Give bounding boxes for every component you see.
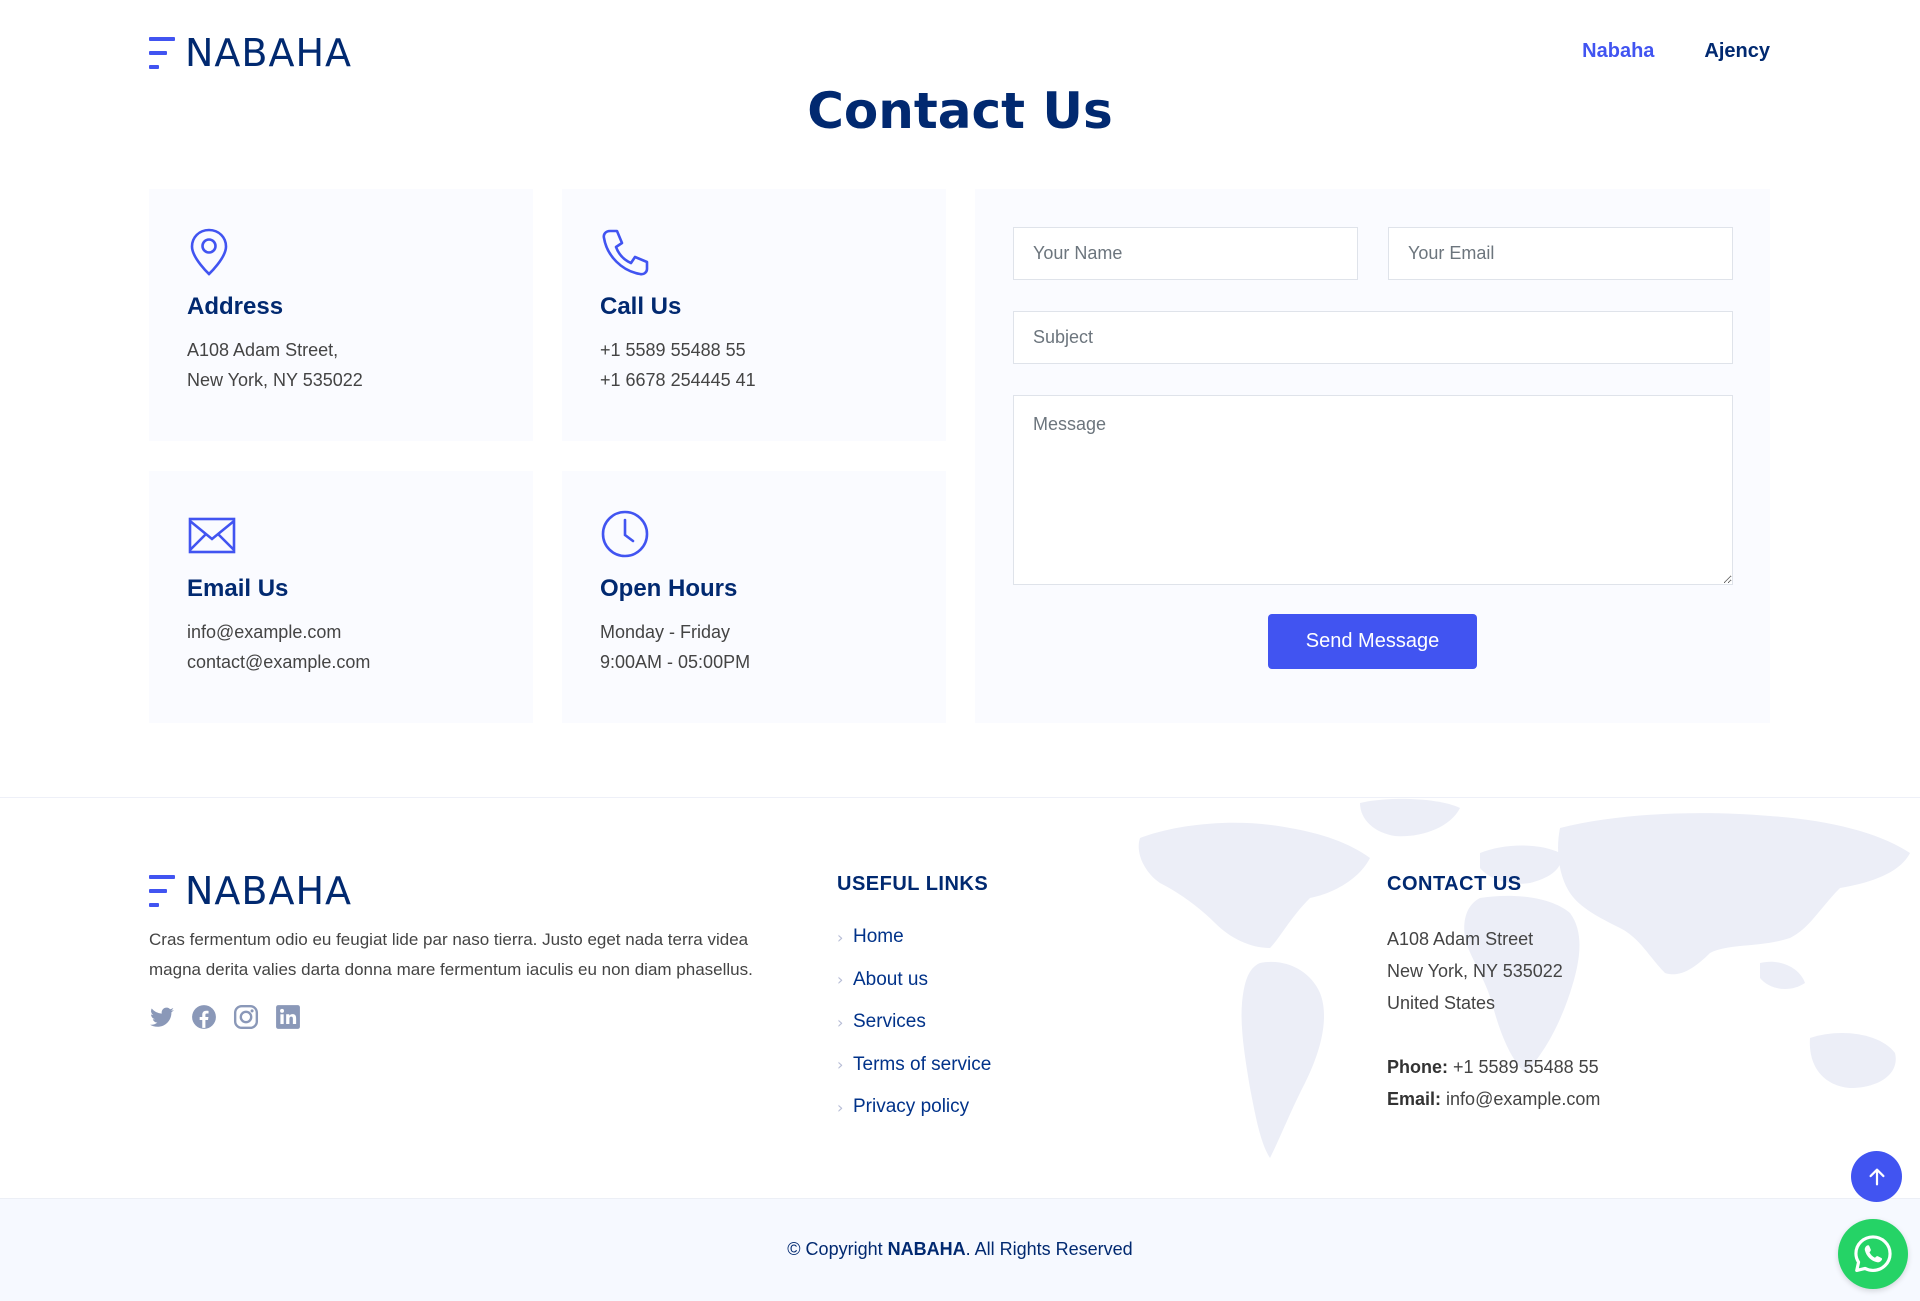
address-line: New York, NY 535022	[1387, 961, 1563, 981]
logo-mark-icon	[149, 873, 175, 909]
copyright-text: © Copyright NABAHA. All Rights Reserved	[0, 1239, 1920, 1260]
info-box-line: contact@example.com	[187, 652, 371, 672]
twitter-icon[interactable]	[149, 1004, 175, 1030]
contact-form: Send Message	[975, 189, 1770, 723]
footer-link-terms[interactable]: Terms of service	[853, 1054, 991, 1076]
nav-item-nabaha[interactable]: Nabaha	[1582, 40, 1654, 63]
footer-link-services[interactable]: Services	[853, 1011, 926, 1033]
header-logo[interactable]: NABAHA	[149, 34, 352, 72]
logo-text: NABAHA	[185, 31, 353, 75]
address-line: United States	[1387, 993, 1496, 1013]
phone-icon	[602, 229, 649, 276]
info-box-title: Email Us	[187, 575, 289, 602]
footer-logo[interactable]: NABAHA	[149, 872, 352, 910]
info-box-title: Address	[187, 293, 284, 320]
address-line: A108 Adam Street	[1387, 929, 1534, 949]
list-item: › About us	[837, 959, 991, 1002]
linkedin-icon[interactable]	[275, 1004, 301, 1030]
chevron-right-icon: ›	[837, 1012, 844, 1032]
footer-description: Cras fermentum odio eu feugiat lide par …	[149, 930, 753, 979]
info-box-title: Call Us	[600, 293, 682, 320]
info-box-line: +1 5589 55488 55	[600, 340, 746, 360]
send-message-button[interactable]: Send Message	[1268, 614, 1477, 669]
clock-icon	[601, 510, 649, 558]
name-input[interactable]	[1013, 227, 1358, 280]
info-box-call: Call Us +1 5589 55488 55 +1 6678 254445 …	[562, 189, 946, 441]
facebook-icon[interactable]	[191, 1004, 217, 1030]
envelope-icon	[188, 517, 236, 554]
back-to-top-button[interactable]	[1851, 1151, 1902, 1202]
message-textarea[interactable]	[1013, 395, 1733, 585]
useful-links-list: › Home › About us › Services › Terms of serv…	[837, 916, 991, 1129]
info-box-line: New York, NY 535022	[187, 370, 363, 390]
main-nav: Nabaha Ajency	[1532, 40, 1770, 63]
nav-item-ajency[interactable]: Ajency	[1704, 40, 1770, 63]
footer-contact-title: CONTACT US	[1387, 873, 1522, 895]
copyright-bar: © Copyright NABAHA. All Rights Reserved	[0, 1198, 1920, 1301]
info-box-line: Monday - Friday	[600, 622, 731, 642]
chevron-right-icon: ›	[837, 927, 844, 947]
arrow-up-icon	[1868, 1168, 1885, 1185]
chevron-right-icon: ›	[837, 1055, 844, 1075]
useful-links-title: USEFUL LINKS	[837, 873, 989, 895]
info-box-address: Address A108 Adam Street, New York, NY 5…	[149, 189, 533, 441]
phone-label: Phone:	[1387, 1057, 1448, 1077]
info-box-line: 9:00AM - 05:00PM	[600, 652, 751, 672]
info-box-line: +1 6678 254445 41	[600, 370, 756, 390]
whatsapp-chat-button[interactable]	[1838, 1219, 1908, 1289]
copyright-suffix: . All Rights Reserved	[965, 1239, 1133, 1259]
instagram-icon[interactable]	[233, 1004, 259, 1030]
footer-link-privacy[interactable]: Privacy policy	[853, 1096, 969, 1118]
email-input[interactable]	[1388, 227, 1733, 280]
footer-link-home[interactable]: Home	[853, 926, 904, 948]
list-item: › Home	[837, 916, 991, 959]
list-item: › Privacy policy	[837, 1086, 991, 1129]
phone-value: +1 5589 55488 55	[1453, 1057, 1599, 1077]
whatsapp-icon	[1854, 1235, 1892, 1272]
chevron-right-icon: ›	[837, 970, 844, 990]
subject-input[interactable]	[1013, 311, 1733, 364]
footer-link-about[interactable]: About us	[853, 969, 928, 991]
info-box-line: A108 Adam Street,	[187, 340, 339, 360]
map-pin-icon	[190, 228, 228, 276]
footer-email: Email: info@example.com	[1387, 1083, 1600, 1115]
social-links	[149, 1004, 317, 1030]
info-box-line: info@example.com	[187, 622, 342, 642]
logo-text: NABAHA	[185, 869, 353, 913]
copyright-prefix: © Copyright	[787, 1239, 883, 1259]
email-label: Email:	[1387, 1089, 1442, 1109]
chevron-right-icon: ›	[837, 1097, 844, 1117]
info-box-hours: Open Hours Monday - Friday 9:00AM - 05:0…	[562, 471, 946, 723]
contact-page: NABAHA Nabaha Ajency Contact Us Address …	[0, 0, 1920, 1301]
list-item: › Terms of service	[837, 1044, 991, 1087]
list-item: › Services	[837, 1001, 991, 1044]
info-box-email: Email Us info@example.com contact@exampl…	[149, 471, 533, 723]
page-title: Contact Us	[807, 82, 1113, 140]
copyright-brand: NABAHA	[887, 1239, 966, 1259]
info-box-title: Open Hours	[600, 575, 738, 602]
footer-contact-info: A108 Adam Street New York, NY 535022 Uni…	[1387, 923, 1600, 1115]
email-value: info@example.com	[1446, 1089, 1601, 1109]
footer-phone: Phone: +1 5589 55488 55	[1387, 1051, 1600, 1083]
logo-mark-icon	[149, 35, 175, 71]
